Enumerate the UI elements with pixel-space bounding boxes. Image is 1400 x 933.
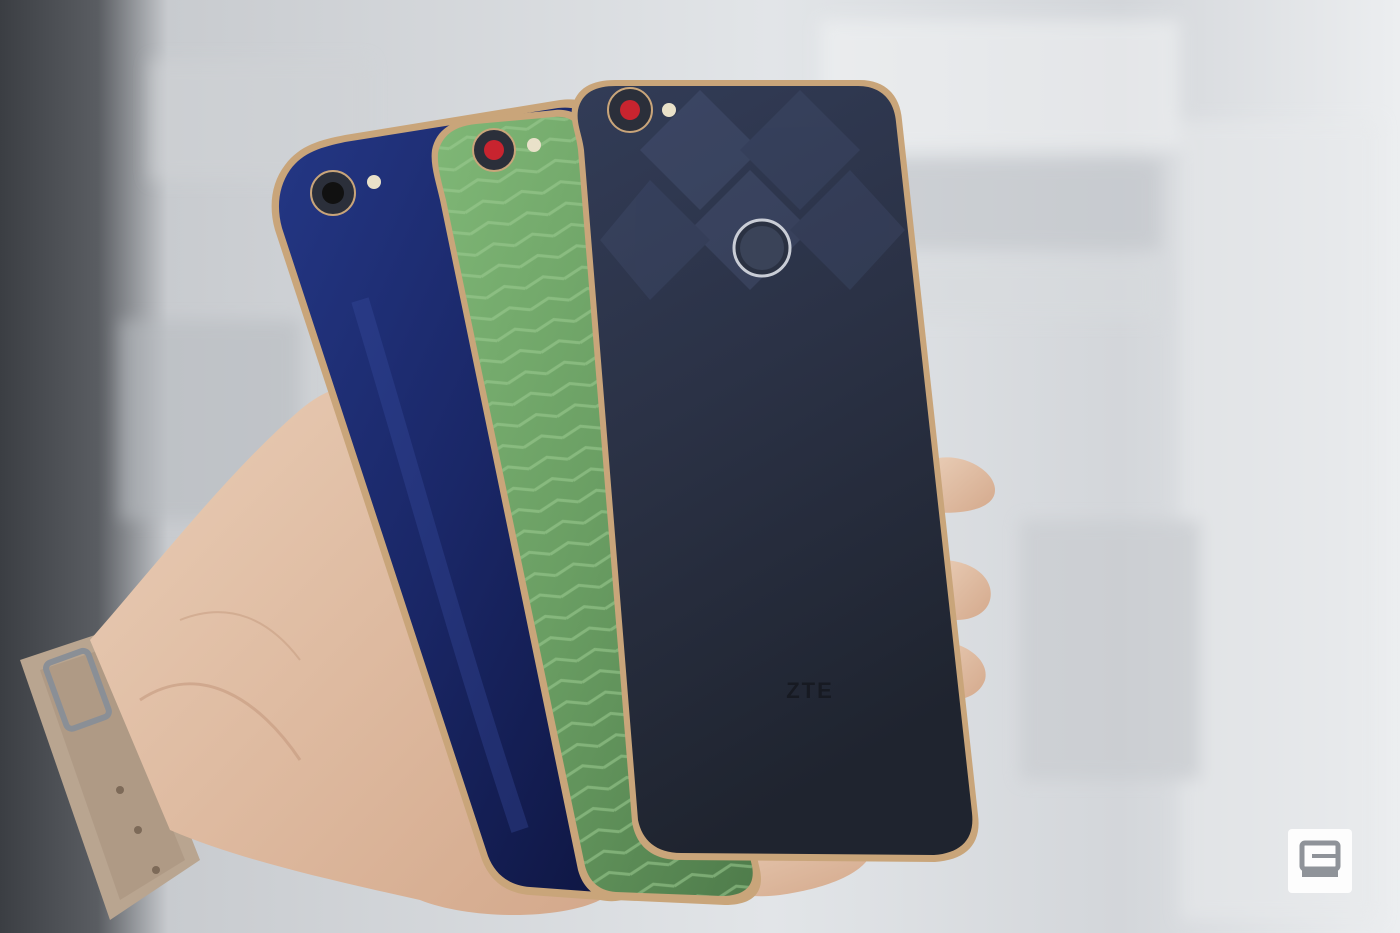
- photo-illustration: ZTE: [0, 0, 1400, 933]
- photo-scene: ZTE: [0, 0, 1400, 933]
- phone-brand-logo: ZTE: [786, 678, 834, 703]
- engadget-logo-icon: [1288, 829, 1352, 893]
